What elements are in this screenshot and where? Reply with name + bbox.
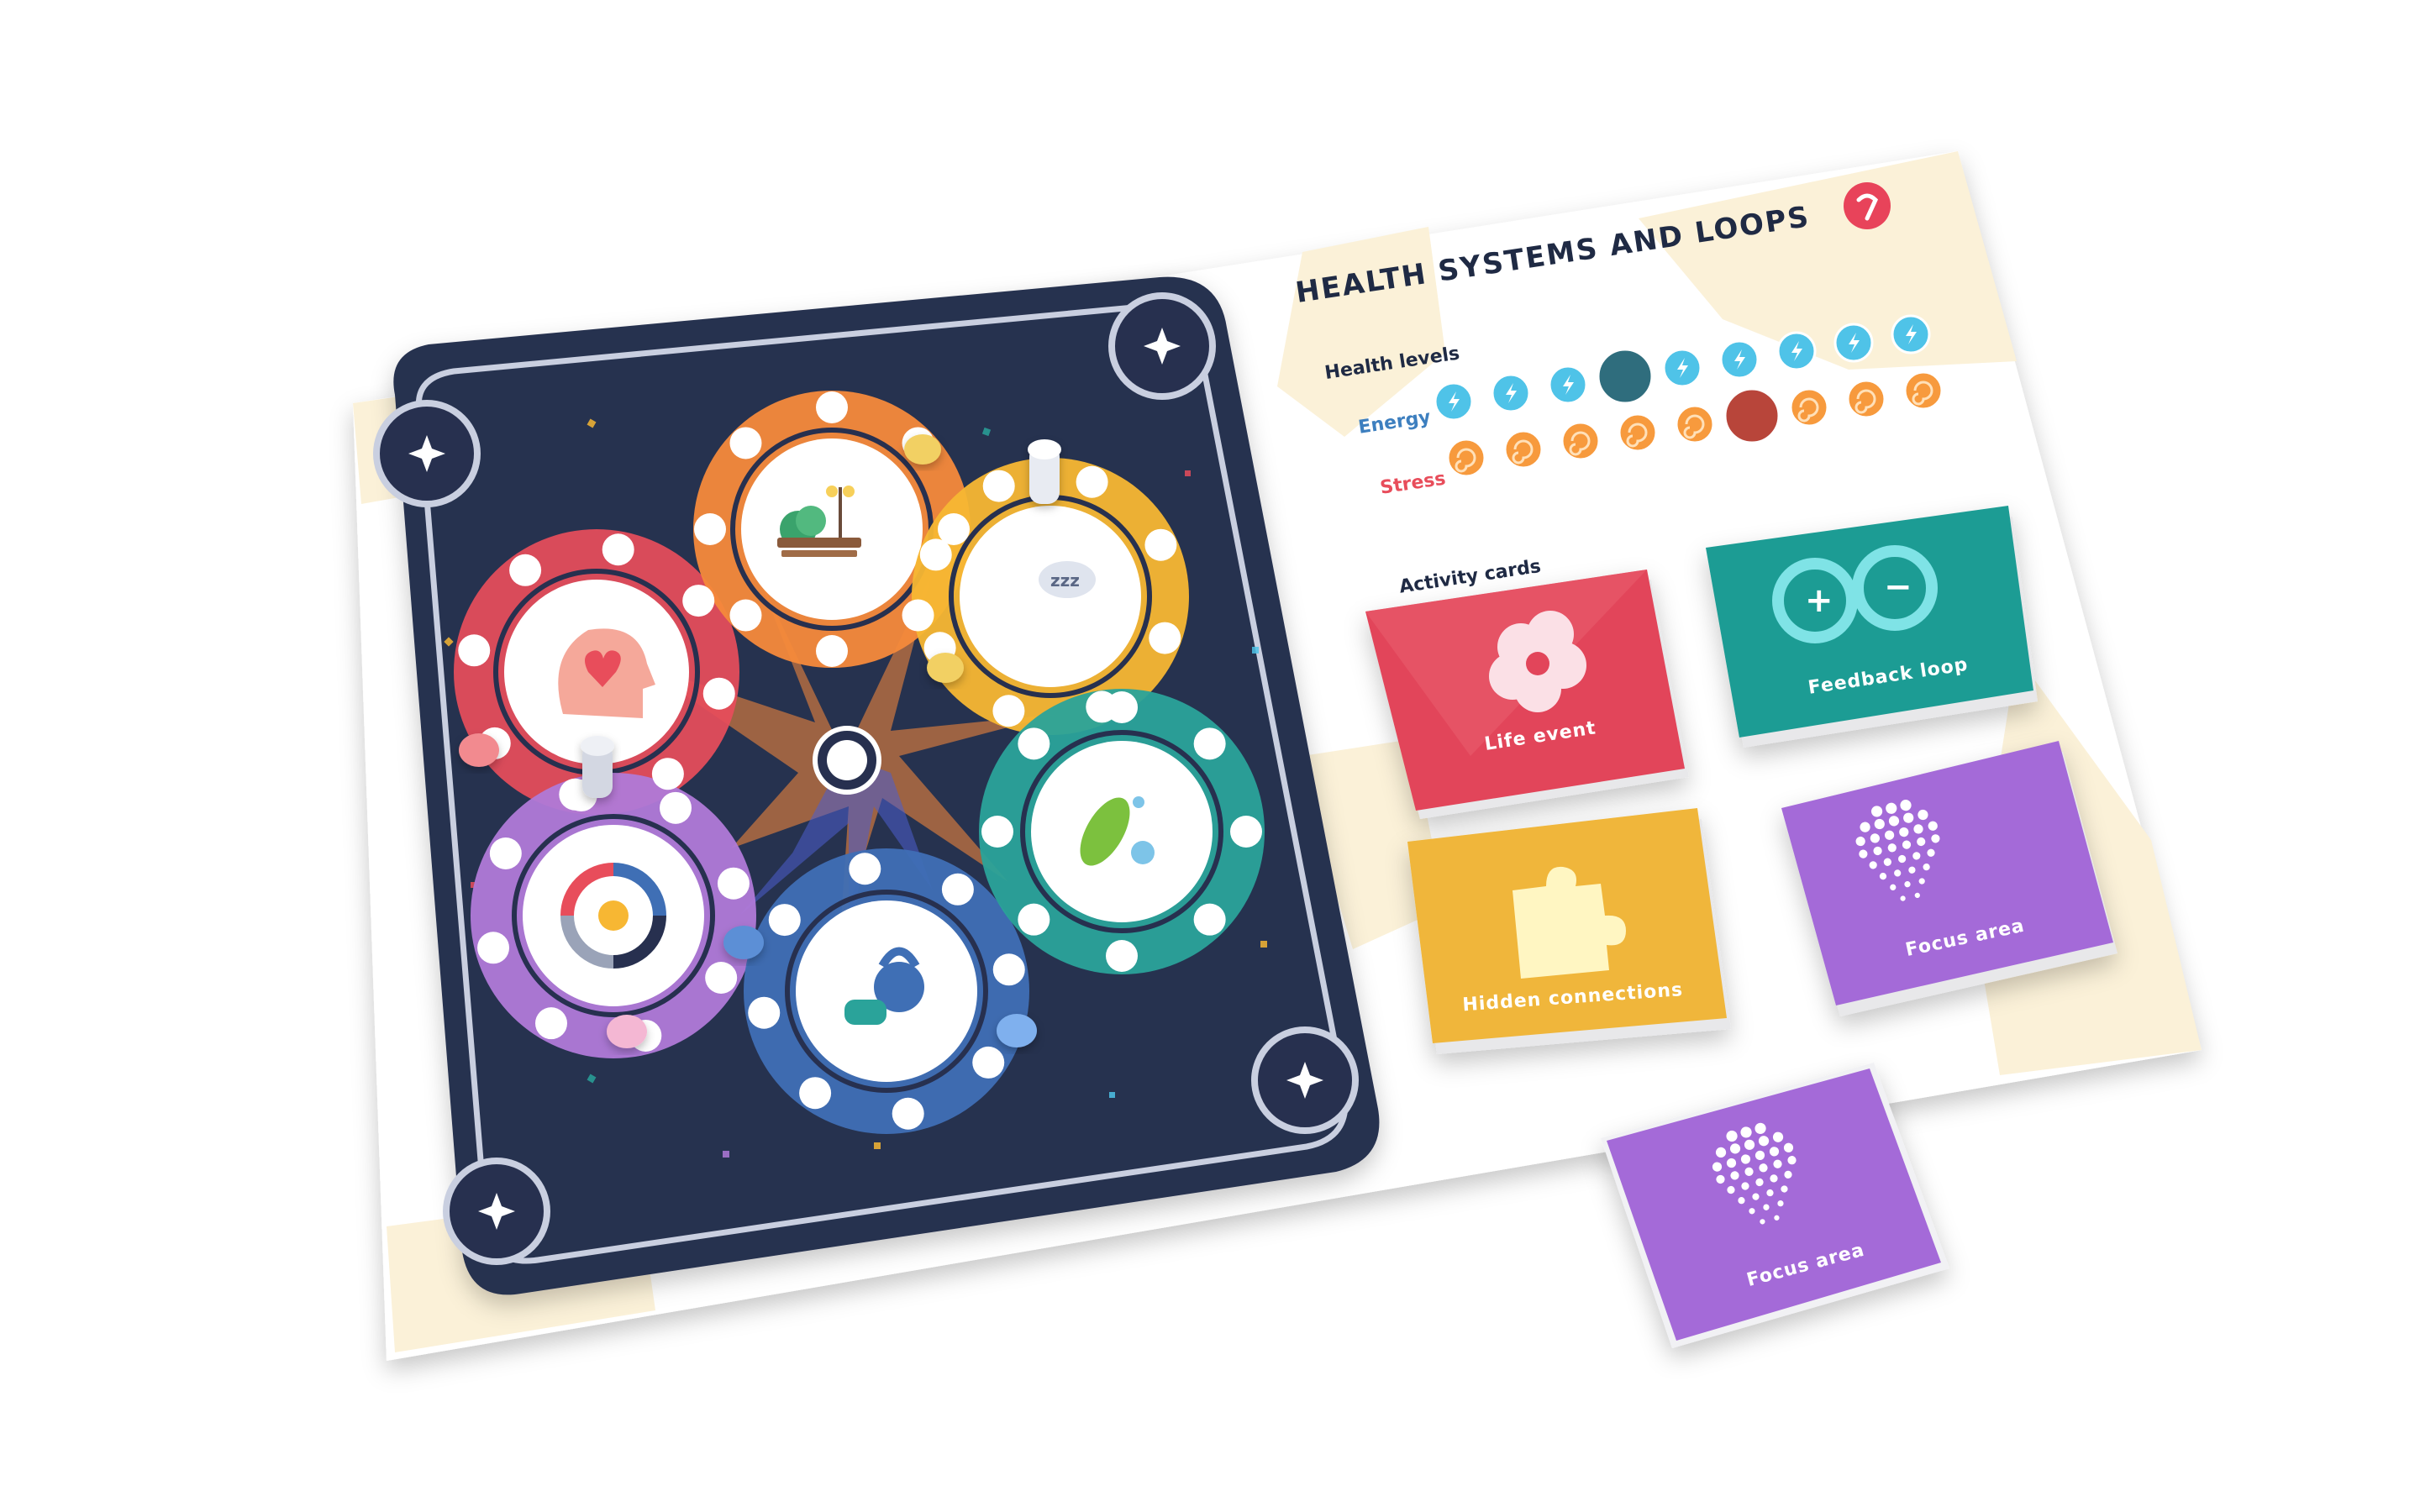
- board-space[interactable]: [972, 1046, 1005, 1079]
- energy-token: [1719, 339, 1760, 380]
- board-space[interactable]: [602, 533, 634, 566]
- stress-token: [1675, 404, 1715, 444]
- board-space[interactable]: [1144, 528, 1177, 561]
- svg-text:+: +: [1805, 581, 1833, 620]
- energy-token: [1833, 323, 1874, 363]
- board-space[interactable]: [694, 513, 726, 545]
- board-space[interactable]: [651, 758, 684, 790]
- star-icon: [1251, 1026, 1359, 1134]
- pawn-lightblue[interactable]: [997, 1014, 1037, 1047]
- board-space[interactable]: [892, 1097, 924, 1130]
- board-space[interactable]: [489, 837, 522, 869]
- pawn-grey[interactable]: [581, 736, 614, 798]
- svg-text:zzz: zzz: [1050, 570, 1080, 591]
- star-icon: [373, 400, 481, 507]
- hidden-connections-deck[interactable]: Hidden connections: [1407, 808, 1731, 1054]
- board-space[interactable]: [702, 677, 735, 710]
- pawn-yellow[interactable]: [927, 653, 964, 683]
- board-space[interactable]: [1076, 465, 1108, 498]
- board-space[interactable]: [992, 953, 1025, 986]
- stress-token: [1560, 421, 1601, 461]
- pawn-orange[interactable]: [904, 434, 941, 465]
- board-space[interactable]: [816, 391, 848, 423]
- board-space[interactable]: [1149, 622, 1181, 654]
- stress-marker[interactable]: [1723, 387, 1781, 444]
- board-space[interactable]: [729, 599, 762, 632]
- energy-token: [1548, 365, 1588, 405]
- board-space[interactable]: [982, 470, 1015, 502]
- board-space[interactable]: [458, 634, 491, 667]
- pawn-white[interactable]: [1028, 439, 1061, 504]
- life-event-deck[interactable]: Life event: [1365, 570, 1689, 819]
- star-icon: [443, 1158, 550, 1265]
- board-space[interactable]: [981, 816, 1013, 848]
- stress-token: [1846, 379, 1886, 419]
- board-space[interactable]: [729, 427, 762, 459]
- board-space[interactable]: [849, 853, 881, 885]
- board-space[interactable]: [1230, 816, 1262, 848]
- board-space[interactable]: [919, 538, 952, 571]
- board-space[interactable]: [682, 585, 715, 617]
- pawn-pink[interactable]: [607, 1015, 647, 1048]
- board-space[interactable]: [992, 695, 1025, 727]
- board-space[interactable]: [660, 791, 692, 824]
- stress-token: [1503, 429, 1544, 470]
- stress-token: [1789, 387, 1829, 428]
- svg-text:−: −: [1884, 568, 1912, 606]
- star-icon: [1108, 292, 1216, 400]
- energy-token: [1434, 381, 1474, 422]
- board-space[interactable]: [1018, 727, 1050, 760]
- board-space[interactable]: [509, 554, 542, 586]
- board-space[interactable]: [535, 1007, 567, 1040]
- board-space[interactable]: [477, 932, 510, 964]
- board-space[interactable]: [902, 599, 934, 632]
- board-space[interactable]: [717, 867, 750, 900]
- board-space[interactable]: [705, 962, 738, 994]
- board-space[interactable]: [1193, 727, 1226, 760]
- brand-logo: [1844, 182, 1891, 229]
- energy-token: [1891, 314, 1931, 354]
- board-space[interactable]: [799, 1077, 832, 1110]
- board-space[interactable]: [1106, 691, 1138, 723]
- board-space[interactable]: [748, 996, 781, 1029]
- game-scene: HEALTH SYSTEMS AND LOOPS Health levels E…: [353, 151, 2202, 1361]
- board-space[interactable]: [768, 904, 801, 937]
- board-space[interactable]: [1193, 903, 1226, 936]
- stress-token: [1903, 370, 1944, 411]
- energy-token: [1491, 373, 1531, 413]
- pawn-blue[interactable]: [723, 926, 764, 959]
- board-space[interactable]: [941, 873, 974, 906]
- board-space[interactable]: [1106, 940, 1138, 972]
- energy-token: [1662, 348, 1702, 388]
- board-space[interactable]: [1018, 903, 1050, 936]
- board-space[interactable]: [816, 635, 848, 667]
- stress-token: [1446, 438, 1486, 478]
- pawn-red[interactable]: [459, 733, 499, 767]
- area-immune[interactable]: [979, 689, 1265, 974]
- area-social[interactable]: [471, 773, 756, 1058]
- area-fitness[interactable]: [744, 848, 1029, 1134]
- energy-token: [1776, 331, 1817, 371]
- stress-token: [1618, 412, 1658, 453]
- energy-marker[interactable]: [1597, 348, 1654, 405]
